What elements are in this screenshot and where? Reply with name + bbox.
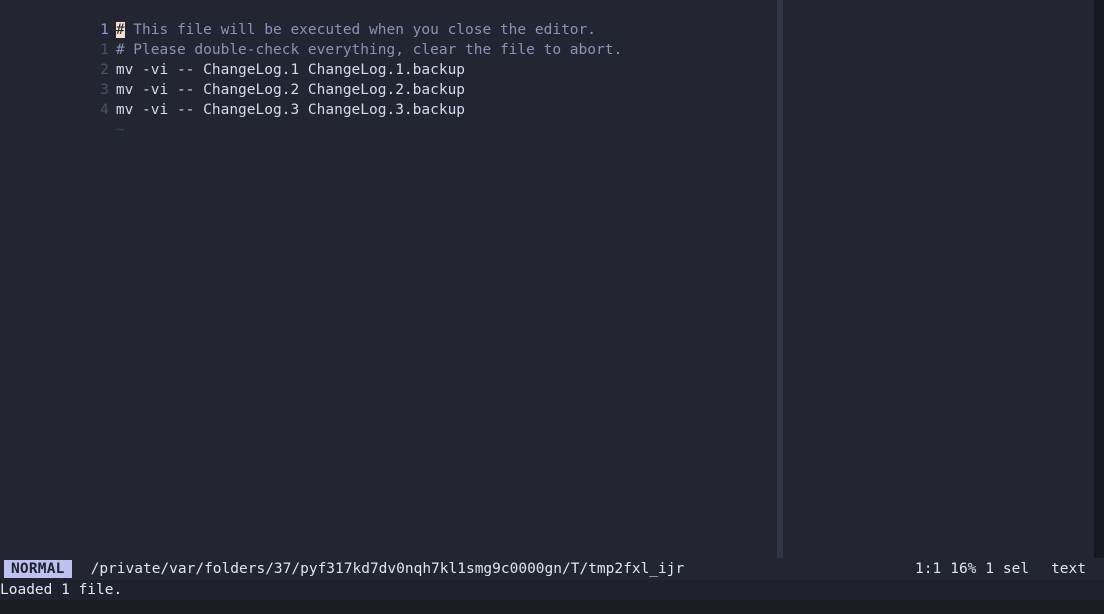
file-path-label: /private/var/folders/37/pyf317kd7dv0nqh7… — [90, 561, 685, 577]
editor-line-eob: ~ — [0, 100, 1104, 138]
message-line: Loaded 1 file. — [0, 580, 1104, 600]
status-bar-right: 1:1 16% 1 sel text — [915, 559, 1086, 579]
editor-window: 1 # This file will be executed when you c… — [0, 0, 1104, 614]
mode-indicator: NORMAL — [4, 560, 72, 578]
editor-line[interactable]: 2 mv -vi -- ChangeLog.1 ChangeLog.1.backu… — [0, 40, 1104, 78]
editor-line[interactable]: 1 # Please double-check everything, clear… — [0, 20, 1104, 58]
window-right-bezel — [1094, 0, 1104, 558]
selection-count: 1 sel — [985, 561, 1030, 577]
editor-viewport[interactable]: 1 # This file will be executed when you c… — [0, 0, 1104, 558]
cursor-position: 1:1 — [915, 561, 942, 577]
scroll-percent: 16% — [950, 561, 977, 577]
status-bar: NORMAL /private/var/folders/37/pyf317kd7… — [0, 558, 1104, 580]
filetype-label: text — [1051, 561, 1086, 577]
editor-line[interactable]: 4 mv -vi -- ChangeLog.3 ChangeLog.3.backu… — [0, 80, 1104, 118]
end-of-buffer-tilde: ~ — [115, 122, 125, 138]
editor-line[interactable]: 3 mv -vi -- ChangeLog.2 ChangeLog.2.backu… — [0, 60, 1104, 98]
window-bottom-bezel — [0, 600, 1104, 614]
editor-lines: 1 # This file will be executed when you c… — [0, 0, 1104, 138]
editor-line[interactable]: 1 # This file will be executed when you c… — [0, 0, 1104, 38]
